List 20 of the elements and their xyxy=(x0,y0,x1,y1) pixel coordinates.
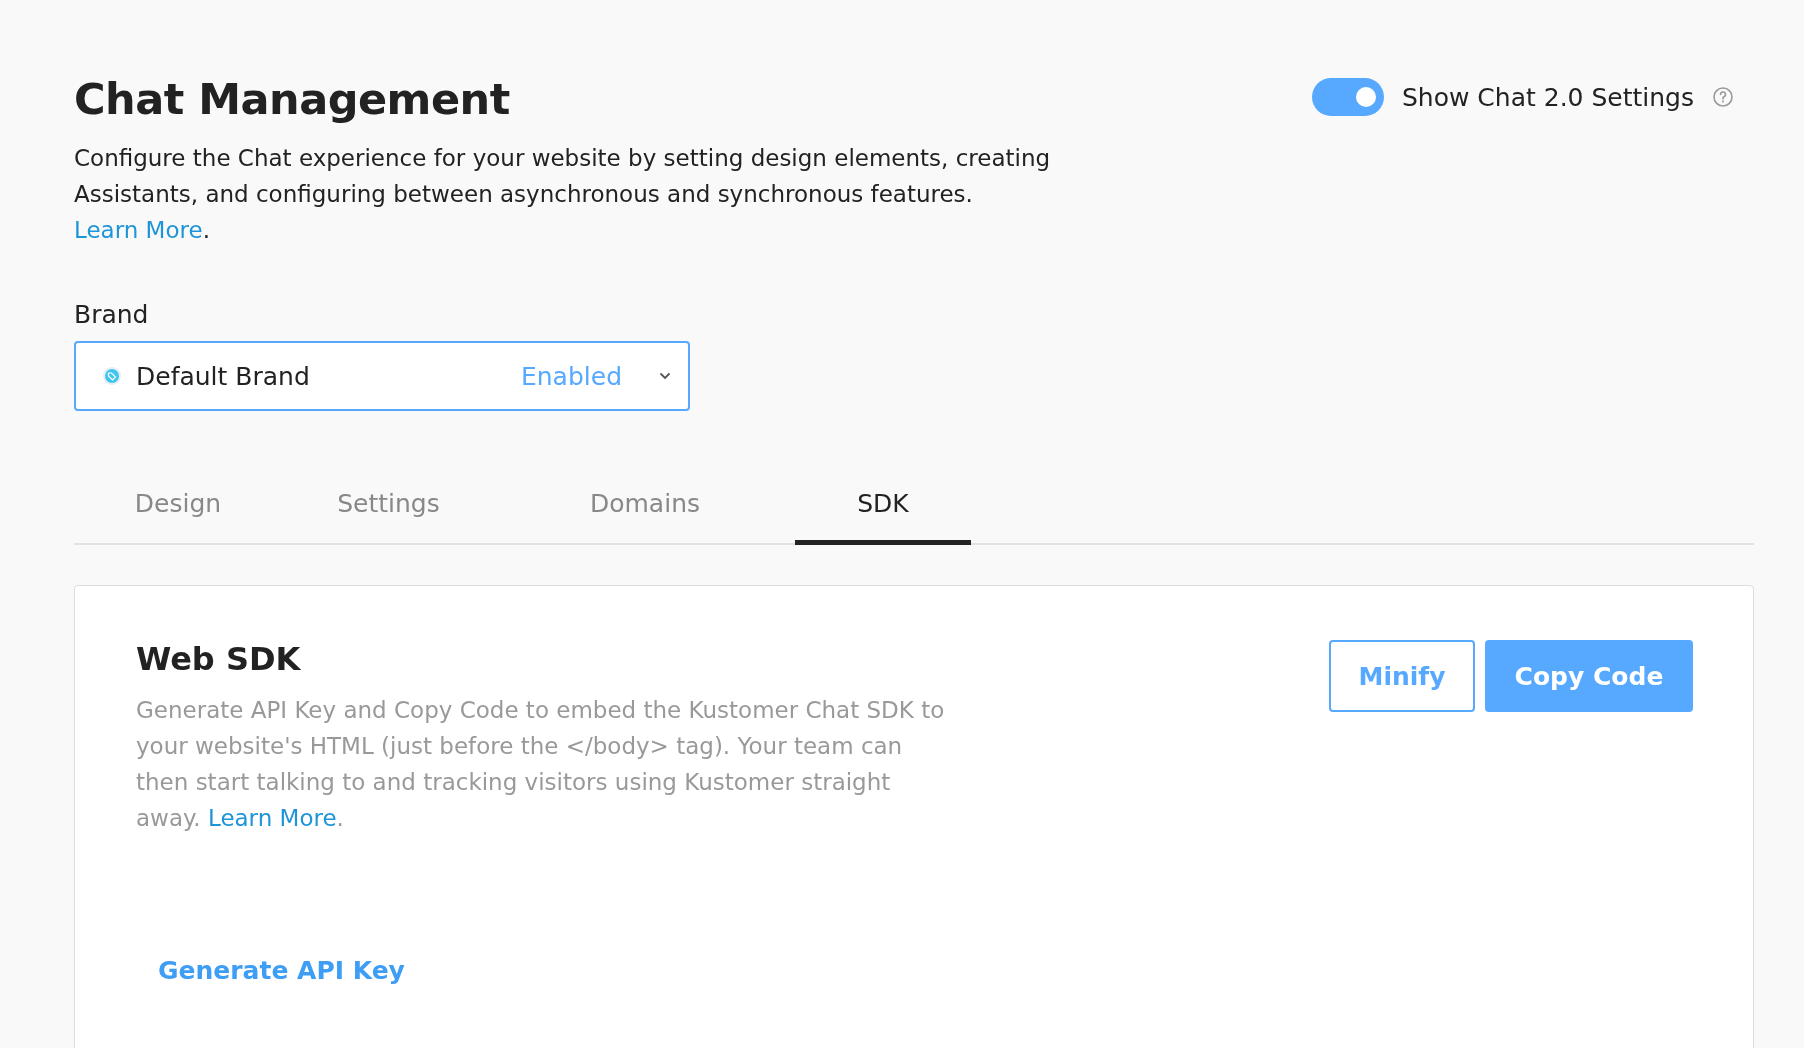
tab[interactable]: Settings xyxy=(282,479,495,545)
section-description: Generate API Key and Copy Code to embed the Kustomer Chat SDK to your website's HTML (just before the </body> tag). Your team can then start talking to and tracking visitors using Kustomer straight away. Learn More. xyxy=(136,696,946,833)
toggle-label: Show Chat 2.0 Settings xyxy=(1401,82,1694,112)
tab[interactable]: Design xyxy=(74,479,282,545)
learn-more-link[interactable]: Learn More xyxy=(207,805,337,831)
page-title: Chat Management xyxy=(74,74,511,124)
brand-select[interactable]: Default Brand Enabled xyxy=(74,341,690,411)
page-description: Configure the Chat experience for your website by setting design elements, creating Assistants, and configuring between asynchronous and synchronous features. Learn More. xyxy=(74,144,1052,245)
minify-button[interactable]: Minify xyxy=(1329,640,1475,712)
tab[interactable]: Domains xyxy=(495,479,795,545)
tag-icon xyxy=(102,366,122,386)
toggle-switch[interactable] xyxy=(1311,78,1384,116)
help-icon[interactable] xyxy=(1712,86,1734,108)
chevron-down-icon xyxy=(658,371,672,381)
copy-button[interactable]: Copy Code xyxy=(1485,640,1693,712)
learn-more-link[interactable]: Learn More xyxy=(74,217,203,243)
section-title: Web SDK xyxy=(136,640,302,678)
brand-label: Brand xyxy=(74,300,150,329)
generate-key-link[interactable]: Generate API Key xyxy=(158,956,405,985)
tab[interactable]: SDK xyxy=(795,479,971,545)
